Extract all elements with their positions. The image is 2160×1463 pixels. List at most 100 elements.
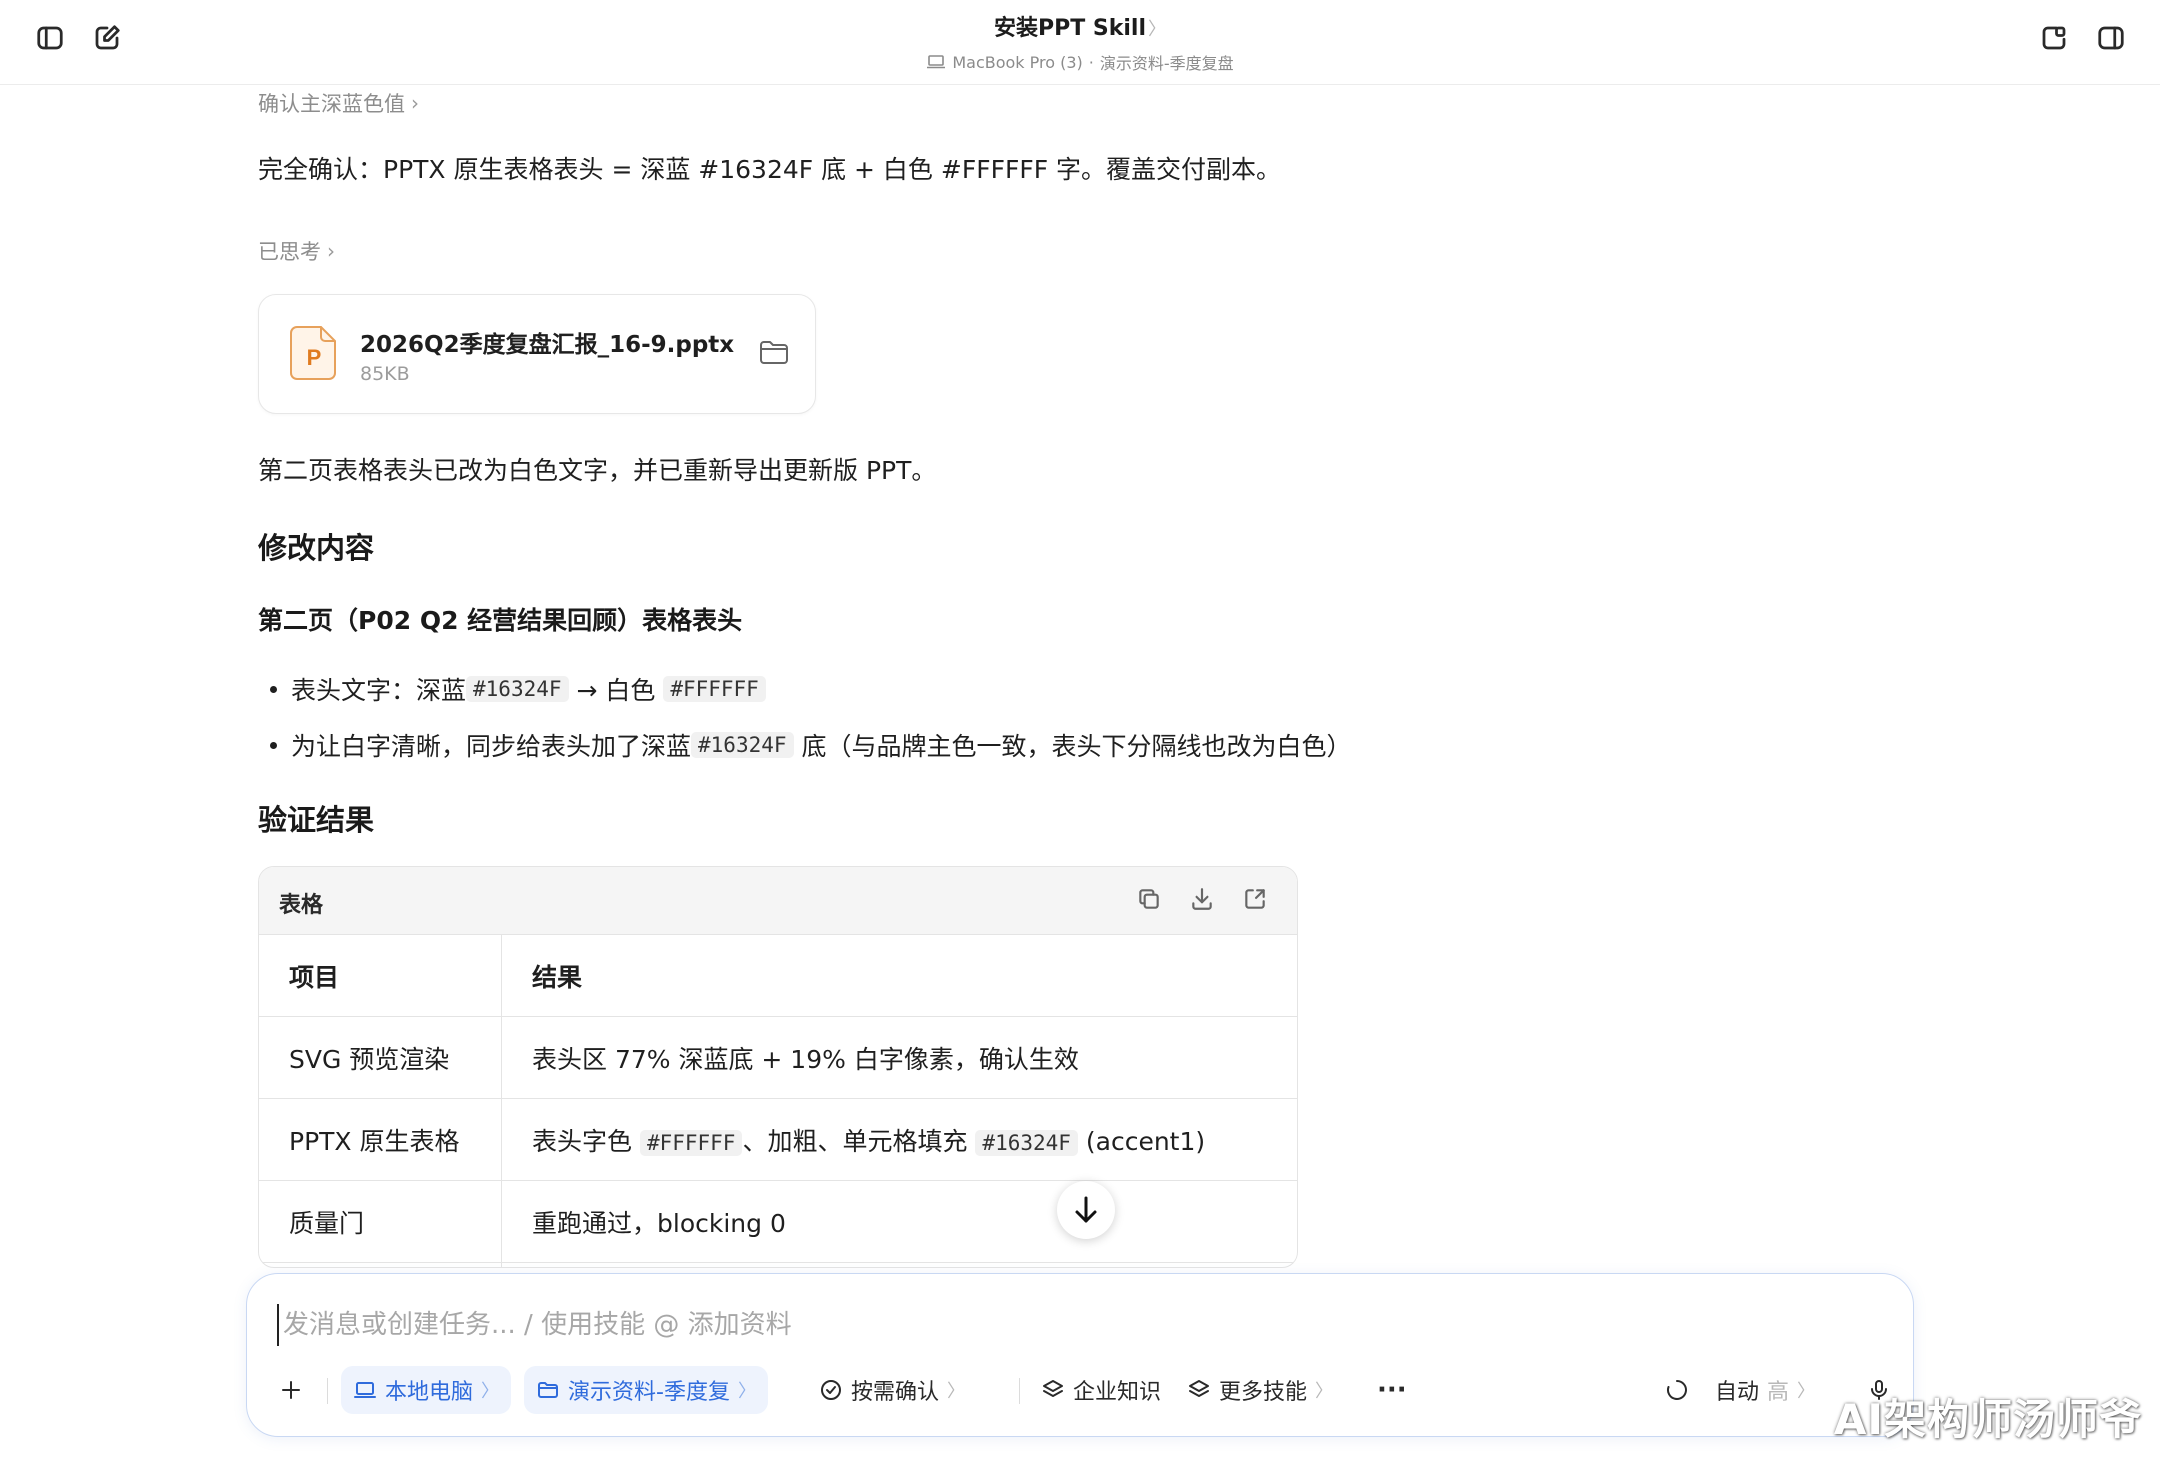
cell-text: 表头字色 — [532, 1126, 640, 1156]
table-cell-result — [501, 1262, 1297, 1267]
pptx-file-icon: P — [290, 326, 336, 380]
table-row: SVG 预览渲染 表头区 77% 深蓝底 + 19% 白字像素，确认生效 — [259, 1016, 1297, 1099]
chevron-right-icon: 〉 — [1315, 1381, 1334, 1402]
add-attachment-button[interactable] — [267, 1366, 315, 1414]
project-chip-label: 演示资料-季度复 — [568, 1380, 730, 1405]
thought-collapsed-thinking[interactable]: 已思考 › — [258, 236, 335, 266]
file-size: 85KB — [360, 363, 410, 385]
more-skills-label: 更多技能 — [1219, 1380, 1308, 1405]
color-code: #FFFFFF — [663, 676, 766, 702]
file-name: 2026Q2季度复盘汇报_16-9.pptx — [360, 332, 735, 358]
divider — [327, 1378, 328, 1404]
cell-text: (accent1) — [1077, 1126, 1206, 1156]
chevron-right-icon: 〉 — [737, 1381, 756, 1402]
arrow-down-icon — [1075, 1196, 1097, 1223]
table-header-row: 项目 结果 — [259, 935, 1297, 1017]
new-window-icon[interactable] — [2036, 20, 2072, 56]
table-cell-result: 表头字色 #FFFFFF 、加粗、单元格填充 #16324F (accent1) — [501, 1098, 1297, 1181]
download-icon[interactable] — [1189, 886, 1217, 914]
table-cell-item: 质量门 — [259, 1180, 502, 1263]
local-pc-chip[interactable]: 本地电脑 〉 — [341, 1366, 512, 1414]
color-code: #16324F — [975, 1129, 1078, 1156]
laptop-icon — [927, 55, 946, 69]
copy-icon[interactable] — [1136, 886, 1164, 914]
project-chip[interactable]: 演示资料-季度复 〉 — [524, 1366, 768, 1414]
thought-collapsed-confirm-color[interactable]: 确认主深蓝色值 › — [258, 88, 419, 118]
table-toolbar: 表格 — [259, 867, 1297, 935]
result-table-card: 表格 项目 结果 SVG 预览渲染 表头区 77% 深蓝底 + 19% 白字像素… — [258, 866, 1298, 1268]
table-row: 质量门 重跑通过，blocking 0 — [259, 1180, 1297, 1263]
shield-check-icon — [821, 1380, 841, 1400]
message-input[interactable] — [277, 1304, 1685, 1346]
thought-label: 已思考 — [258, 240, 321, 264]
chevron-right-icon: 〉 — [947, 1381, 966, 1402]
layers-icon — [1189, 1380, 1209, 1397]
table-cell-item: SVG 预览渲染 — [259, 1016, 502, 1099]
summary-paragraph: 第二页表格表头已改为白色文字，并已重新导出更新版 PPT。 — [258, 456, 937, 485]
result-table: 项目 结果 SVG 预览渲染 表头区 77% 深蓝底 + 19% 白字像素，确认… — [259, 935, 1297, 1267]
model-mode-button[interactable]: 自动 高 〉 — [1665, 1366, 1815, 1414]
bullet-text: → 白色 — [568, 676, 664, 705]
watermark: AI架构师汤师爷 — [1833, 1395, 2142, 1444]
chat-title[interactable]: 安装PPT Skill 〉 — [0, 10, 2160, 42]
list-item: 为让白字清晰，同步给表头加了深蓝 #16324F 底（与品牌主色一致，表头下分隔… — [258, 727, 1351, 763]
bullet-text: 底（与品牌主色一致，表头下分隔线也改为白色） — [793, 732, 1352, 761]
table-label: 表格 — [279, 893, 324, 918]
svg-text:P: P — [307, 345, 322, 370]
enterprise-knowledge-label: 企业知识 — [1073, 1380, 1162, 1405]
cell-text: 、加粗、单元格填充 — [742, 1126, 976, 1156]
bullet-text: 为让白字清晰，同步给表头加了深蓝 — [291, 732, 692, 761]
color-code: #16324F — [691, 732, 794, 758]
device-name: MacBook Pro (3) — [952, 52, 1083, 72]
chevron-right-icon: › — [411, 91, 419, 115]
table-row: PPTX 原生表格 表头字色 #FFFFFF 、加粗、单元格填充 #16324F … — [259, 1098, 1297, 1181]
spinner-icon — [1667, 1380, 1687, 1400]
chat-title-text: 安装PPT Skill — [993, 16, 1146, 41]
table-cell-result: 重跑通过，blocking 0 — [501, 1180, 1297, 1263]
color-code: #FFFFFF — [639, 1129, 743, 1156]
workspace-subtitle: MacBook Pro (3) · 演示资料-季度复盘 — [0, 50, 2160, 74]
bullet-text: 表头文字：深蓝 — [291, 676, 467, 705]
chevron-right-icon: 〉 — [1797, 1381, 1816, 1402]
top-bar: 安装PPT Skill 〉 MacBook Pro (3) · 演示资料-季度复盘 — [0, 0, 2160, 85]
scroll-to-bottom-button[interactable] — [1057, 1181, 1115, 1239]
more-skills-button[interactable]: 更多技能 〉 — [1187, 1366, 1333, 1414]
heading-page2-table: 第二页（P02 Q2 经营结果回顾）表格表头 — [258, 606, 743, 635]
thought-label: 确认主深蓝色值 — [258, 92, 405, 116]
right-panel-icon[interactable] — [2093, 20, 2129, 56]
list-item: 表头文字：深蓝 #16324F → 白色 #FFFFFF — [258, 671, 766, 707]
more-options-button[interactable]: ··· — [1377, 1366, 1407, 1414]
expand-icon[interactable] — [1242, 886, 1270, 914]
model-level-label: 高 — [1767, 1380, 1790, 1405]
open-folder-button[interactable] — [759, 339, 789, 369]
table-row — [259, 1262, 1297, 1267]
column-header-item: 项目 — [259, 935, 502, 1017]
plus-icon — [282, 1381, 300, 1399]
layers-icon — [1043, 1380, 1063, 1397]
subtitle-separator: · — [1088, 52, 1094, 72]
table-cell-result: 表头区 77% 深蓝底 + 19% 白字像素，确认生效 — [501, 1016, 1297, 1099]
laptop-icon — [354, 1382, 376, 1398]
heading-changes: 修改内容 — [258, 531, 375, 565]
chevron-right-icon: 〉 — [481, 1381, 500, 1402]
composer-toolbar: 本地电脑 〉 演示资料-季度复 〉 按需确认 〉 企业知识 更多技能 〉 ···… — [267, 1366, 1893, 1416]
bullet-dot — [270, 685, 277, 693]
confirm-paragraph: 完全确认：PPTX 原生表格表头 = 深蓝 #16324F 底 + 白色 #FF… — [258, 155, 1282, 184]
confirm-mode-button[interactable]: 按需确认 〉 — [819, 1366, 965, 1414]
color-code: #16324F — [466, 676, 569, 702]
confirm-mode-label: 按需确认 — [851, 1380, 940, 1405]
table-cell-item — [259, 1262, 502, 1267]
enterprise-knowledge-button[interactable]: 企业知识 — [1019, 1366, 1161, 1414]
chevron-right-icon: 〉 — [1148, 19, 1166, 40]
folder-icon — [538, 1382, 558, 1398]
local-pc-label: 本地电脑 — [385, 1380, 474, 1405]
folder-icon — [760, 341, 788, 364]
project-name: 演示资料-季度复盘 — [1099, 54, 1234, 73]
file-attachment-card[interactable]: P 2026Q2季度复盘汇报_16-9.pptx 85KB — [258, 294, 816, 414]
window-title-area: 安装PPT Skill 〉 MacBook Pro (3) · 演示资料-季度复盘 — [0, 10, 2160, 74]
heading-verify: 验证结果 — [258, 803, 375, 837]
column-header-result: 结果 — [501, 935, 1297, 1017]
chevron-right-icon: › — [327, 239, 335, 263]
model-mode-label: 自动 — [1715, 1380, 1760, 1405]
message-composer: 本地电脑 〉 演示资料-季度复 〉 按需确认 〉 企业知识 更多技能 〉 ···… — [246, 1273, 1914, 1437]
